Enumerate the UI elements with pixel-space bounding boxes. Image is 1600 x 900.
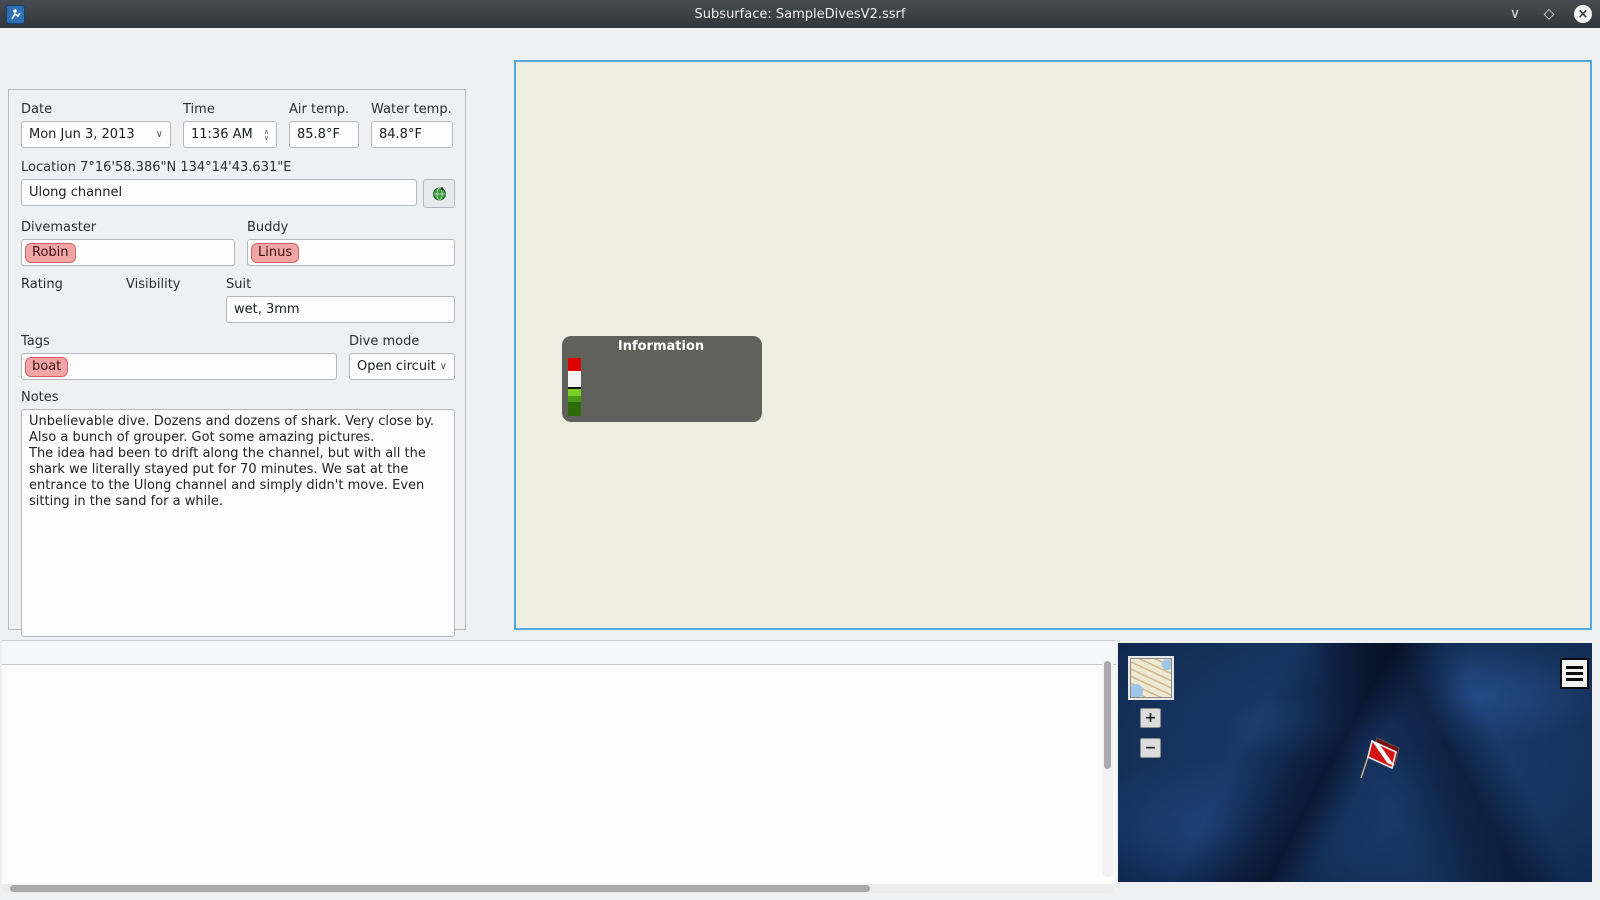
air-temp-label: Air temp. bbox=[289, 102, 350, 117]
scrollbar-thumb[interactable] bbox=[1104, 661, 1111, 769]
water-temp-label: Water temp. bbox=[371, 102, 452, 117]
dive-list-vertical-scrollbar[interactable] bbox=[1102, 659, 1113, 877]
map-menu-button[interactable] bbox=[1560, 658, 1589, 689]
suit-label: Suit bbox=[226, 277, 252, 292]
map-type-thumbnail[interactable] bbox=[1128, 656, 1174, 700]
time-spinner[interactable]: 11:36 AM ∧ ∨ bbox=[183, 121, 277, 148]
dive-mode-label: Dive mode bbox=[349, 334, 420, 349]
dive-profile-panel[interactable]: Information bbox=[514, 60, 1592, 630]
chevron-down-icon: ∨ bbox=[439, 361, 447, 372]
tags-label: Tags bbox=[21, 334, 50, 349]
info-box-rows bbox=[585, 356, 754, 416]
air-temp-field[interactable]: 85.8°F bbox=[289, 121, 359, 148]
suit-input[interactable]: wet, 3mm bbox=[226, 296, 455, 323]
date-dropdown[interactable]: Mon Jun 3, 2013 ∨ bbox=[21, 121, 171, 148]
notes-tab-body: Date Mon Jun 3, 2013 ∨ Time 11:36 AM ∧ ∨ Ai… bbox=[8, 89, 466, 637]
divemaster-input[interactable]: Robin bbox=[21, 239, 235, 266]
tag-boat[interactable]: boat bbox=[25, 356, 69, 377]
dive-flag-icon bbox=[1359, 737, 1400, 779]
visibility-label: Visibility bbox=[126, 277, 181, 292]
chevron-down-icon: ∨ bbox=[155, 129, 163, 140]
map-zoom-in-button[interactable]: + bbox=[1140, 708, 1161, 728]
spinner-arrows-icon[interactable]: ∧ ∨ bbox=[264, 128, 269, 141]
time-label: Time bbox=[183, 102, 215, 117]
info-box-legend-strip bbox=[568, 358, 581, 416]
profile-info-box: Information bbox=[562, 336, 762, 422]
dive-notes-panel: Date Mon Jun 3, 2013 ∨ Time 11:36 AM ∧ ∨ Ai… bbox=[8, 62, 466, 637]
dive-flag-marker[interactable] bbox=[1354, 735, 1402, 785]
globe-icon bbox=[432, 187, 446, 201]
buddy-label: Buddy bbox=[247, 220, 289, 235]
location-globe-button[interactable] bbox=[423, 179, 455, 208]
scrollbar-thumb[interactable] bbox=[10, 885, 870, 892]
dive-list bbox=[2, 640, 1116, 884]
buddy-input[interactable]: Linus bbox=[247, 239, 455, 266]
maximize-button[interactable]: ◇ bbox=[1540, 5, 1558, 23]
date-label: Date bbox=[21, 102, 53, 117]
location-input[interactable]: Ulong channel bbox=[21, 179, 417, 206]
info-box-title: Information bbox=[617, 339, 705, 354]
notes-label: Notes bbox=[21, 390, 59, 405]
notes-tab-bar bbox=[8, 62, 466, 90]
window-title: Subsurface: SampleDivesV2.ssrf bbox=[694, 6, 906, 22]
buddy-tag[interactable]: Linus bbox=[251, 242, 300, 263]
close-button[interactable]: × bbox=[1574, 5, 1592, 23]
dive-list-header[interactable] bbox=[2, 641, 1116, 665]
divemaster-tag[interactable]: Robin bbox=[25, 242, 76, 263]
notes-textarea[interactable]: Unbelievable dive. Dozens and dozens of … bbox=[21, 409, 455, 637]
dive-site-map[interactable]: + − bbox=[1118, 643, 1592, 882]
tags-input[interactable]: boat bbox=[21, 353, 337, 380]
divemaster-label: Divemaster bbox=[21, 220, 97, 235]
rating-label: Rating bbox=[21, 277, 63, 292]
titlebar: Subsurface: SampleDivesV2.ssrf ∨ ◇ × bbox=[0, 0, 1600, 28]
menu-bar bbox=[0, 28, 1600, 57]
dive-list-horizontal-scrollbar[interactable] bbox=[2, 884, 1114, 893]
map-zoom-out-button[interactable]: − bbox=[1140, 738, 1161, 758]
location-label: Location 7°16'58.386"N 134°14'43.631"E bbox=[21, 160, 292, 175]
water-temp-field[interactable]: 84.8°F bbox=[371, 121, 453, 148]
dive-mode-select[interactable]: Open circuit ∨ bbox=[349, 353, 455, 380]
minimize-button[interactable]: ∨ bbox=[1506, 5, 1524, 23]
